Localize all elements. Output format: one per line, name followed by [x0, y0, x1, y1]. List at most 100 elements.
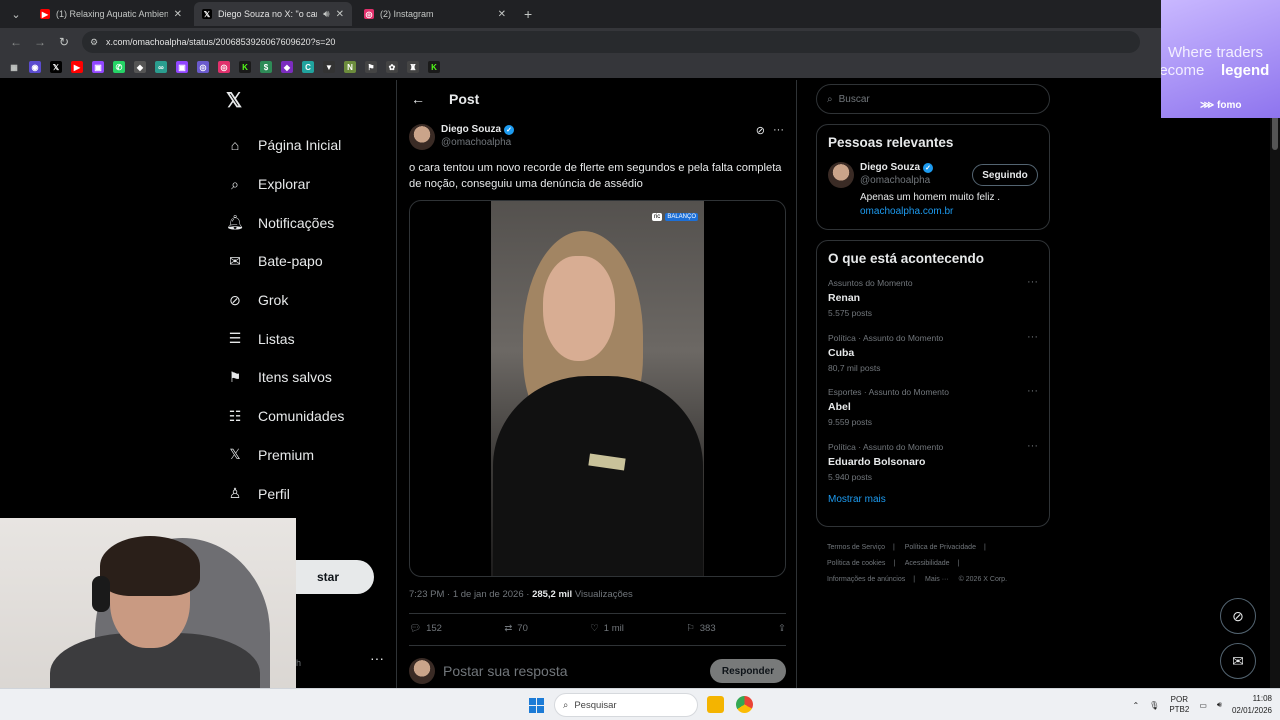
more-options-icon[interactable]: ···	[1027, 331, 1038, 343]
nav-item-chat[interactable]: ✉ Bate-papo	[224, 242, 344, 281]
author-handle[interactable]: @omachoalpha	[441, 137, 514, 148]
twitch-icon[interactable]: ▣	[92, 61, 104, 73]
volume-icon[interactable]: 🔊︎	[1217, 700, 1222, 710]
back-arrow-icon[interactable]: ←	[4, 35, 28, 49]
share-button[interactable]: ⇪	[778, 623, 786, 634]
author-name[interactable]: Diego Souza	[441, 124, 501, 135]
back-arrow-icon[interactable]: ←	[411, 91, 425, 107]
footer-link[interactable]: Termos de Serviço	[827, 544, 885, 551]
more-options-icon[interactable]: ···	[1027, 385, 1038, 397]
bookmark-icon[interactable]: ◉	[29, 61, 41, 73]
avatar[interactable]	[828, 162, 854, 188]
footer-link[interactable]: Mais ···	[925, 576, 949, 583]
grok-float-button[interactable]: ⊘	[1220, 598, 1256, 634]
trend-item[interactable]: Política · Assunto do Momento Eduardo Bo…	[828, 438, 1038, 493]
chevron-up-icon[interactable]: ⌃	[1132, 701, 1139, 710]
repost-button[interactable]: ⇄ 70	[504, 623, 528, 634]
grok-icon[interactable]: ⊘	[756, 124, 765, 137]
file-explorer-icon[interactable]	[707, 696, 724, 713]
more-options-icon[interactable]: ···	[1027, 440, 1038, 452]
chrome-icon[interactable]	[736, 696, 753, 713]
speaker-icon[interactable]: 🔊︎	[323, 9, 329, 20]
bookmark-icon[interactable]: ◆	[134, 61, 146, 73]
search-input[interactable]: ⌕ Buscar	[816, 84, 1050, 114]
tab-youtube[interactable]: ▶ (1) Relaxing Aquatic Ambience ✕	[32, 2, 190, 26]
address-bar[interactable]: ⚙ x.com/omachoalpha/status/2006853926067…	[82, 31, 1140, 53]
new-tab-button[interactable]: +	[524, 6, 532, 22]
tab-x-post[interactable]: 𝕏 Diego Souza no X: "o cara t 🔊︎ ✕	[194, 2, 352, 26]
footer-link[interactable]: Política de cookies	[827, 560, 885, 567]
x-logo-icon[interactable]: 𝕏	[226, 88, 242, 113]
footer-link[interactable]: Informações de anúncios	[827, 576, 905, 583]
video-frame[interactable]: ric BALANÇO	[491, 201, 704, 576]
taskbar-search[interactable]: ⌕ Pesquisar	[554, 693, 698, 717]
nav-item-profile[interactable]: ♙ Perfil	[224, 474, 344, 513]
kick-icon[interactable]: K	[428, 61, 440, 73]
user-name[interactable]: Diego Souza	[860, 162, 920, 173]
post-timestamp[interactable]: 7:23 PM · 1 de jan de 2026 ·	[409, 589, 532, 600]
trend-item[interactable]: Esportes · Assunto do Momento Abel 9.559…	[828, 383, 1038, 438]
like-button[interactable]: ♡ 1 mil	[590, 623, 624, 634]
user-handle[interactable]: @omachoalpha	[860, 175, 933, 186]
following-button[interactable]: Seguindo	[972, 164, 1038, 186]
tab-instagram[interactable]: ◎ (2) Instagram ✕	[356, 2, 514, 26]
bookmark-icon[interactable]: ◆	[281, 61, 293, 73]
apps-grid-icon[interactable]: ▦	[8, 61, 20, 73]
bookmark-icon[interactable]: N	[344, 61, 356, 73]
bookmark-icon[interactable]: ⚑	[365, 61, 377, 73]
close-icon[interactable]: ✕	[336, 9, 344, 20]
nav-item-lists[interactable]: ☰ Listas	[224, 319, 344, 358]
site-info-icon[interactable]: ⚙	[90, 37, 102, 48]
bookmark-icon[interactable]: ∞	[155, 61, 167, 73]
reply-button[interactable]: 💬︎ 152	[409, 623, 442, 634]
bookmark-icon[interactable]: ◎	[197, 61, 209, 73]
whatsapp-icon[interactable]: ✆	[113, 61, 125, 73]
bookmark-icon[interactable]: $	[260, 61, 272, 73]
nav-item-premium[interactable]: 𝕏 Premium	[224, 436, 344, 475]
more-options-icon[interactable]: ···	[1027, 276, 1038, 288]
kick-icon[interactable]: K	[239, 61, 251, 73]
footer-link[interactable]: Política de Privacidade	[905, 544, 976, 551]
microphone-icon[interactable]: 🎙︎	[1149, 701, 1159, 710]
tab-search-button[interactable]: ⌄	[4, 4, 28, 24]
nav-item-bookmarks[interactable]: ⚑ Itens salvos	[224, 358, 344, 397]
fomo-ad-overlay[interactable]: Where traders become legend ⋙ fomo	[1161, 0, 1280, 118]
page-scrollbar[interactable]	[1270, 80, 1280, 688]
bio-link[interactable]: omachoalpha.com.br	[860, 206, 1038, 217]
reload-icon[interactable]: ↻	[52, 35, 76, 49]
bookmark-icon[interactable]: C	[302, 61, 314, 73]
bookmark-icon[interactable]: ✿	[386, 61, 398, 73]
bookmark-button[interactable]: ⚐ 383	[686, 623, 715, 634]
post-author[interactable]: Diego Souza ✓ @omachoalpha	[409, 124, 515, 150]
nav-item-explore[interactable]: ⌕ Explorar	[224, 165, 344, 204]
nav-item-notifications[interactable]: 🔔︎ Notificações	[224, 203, 344, 242]
bookmark-icon[interactable]: ▼	[323, 61, 335, 73]
close-icon[interactable]: ✕	[174, 9, 182, 20]
nav-item-grok[interactable]: ⊘ Grok	[224, 281, 344, 320]
language-indicator[interactable]: POR PTB2	[1169, 695, 1189, 715]
bookmark-icon[interactable]: ♜	[407, 61, 419, 73]
clock[interactable]: 11:08 02/01/2026	[1232, 693, 1272, 717]
messages-float-button[interactable]: ✉	[1220, 643, 1256, 679]
trend-item[interactable]: Política · Assunto do Momento Cuba 80,7 …	[828, 329, 1038, 384]
trend-item[interactable]: Assuntos do Momento Renan 5.575 posts ··…	[828, 274, 1038, 329]
reply-submit-button[interactable]: Responder	[710, 659, 786, 683]
instagram-icon[interactable]: ◎	[218, 61, 230, 73]
close-icon[interactable]: ✕	[498, 9, 506, 20]
more-options-icon[interactable]: ···	[773, 124, 784, 137]
footer-link[interactable]: Acessibilidade	[905, 560, 950, 567]
relevant-user[interactable]: Diego Souza ✓ @omachoalpha Seguindo	[828, 162, 1038, 188]
forward-arrow-icon[interactable]: →	[28, 35, 52, 49]
avatar[interactable]	[409, 124, 435, 150]
x-logo-icon[interactable]: 𝕏	[50, 61, 62, 73]
youtube-icon[interactable]: ▶	[71, 61, 83, 73]
nav-item-communities[interactable]: ☷ Comunidades	[224, 397, 345, 436]
windows-start-icon[interactable]	[529, 698, 544, 713]
display-icon[interactable]: ▭	[1199, 701, 1207, 710]
account-more-icon[interactable]: ···	[370, 650, 384, 666]
reply-input[interactable]: Postar sua resposta	[443, 663, 710, 679]
post-video[interactable]: ric BALANÇO	[409, 200, 786, 577]
nav-item-home[interactable]: ⌂ Página Inicial	[224, 126, 344, 165]
twitch-icon[interactable]: ▣	[176, 61, 188, 73]
show-more-link[interactable]: Mostrar mais	[828, 494, 1038, 505]
